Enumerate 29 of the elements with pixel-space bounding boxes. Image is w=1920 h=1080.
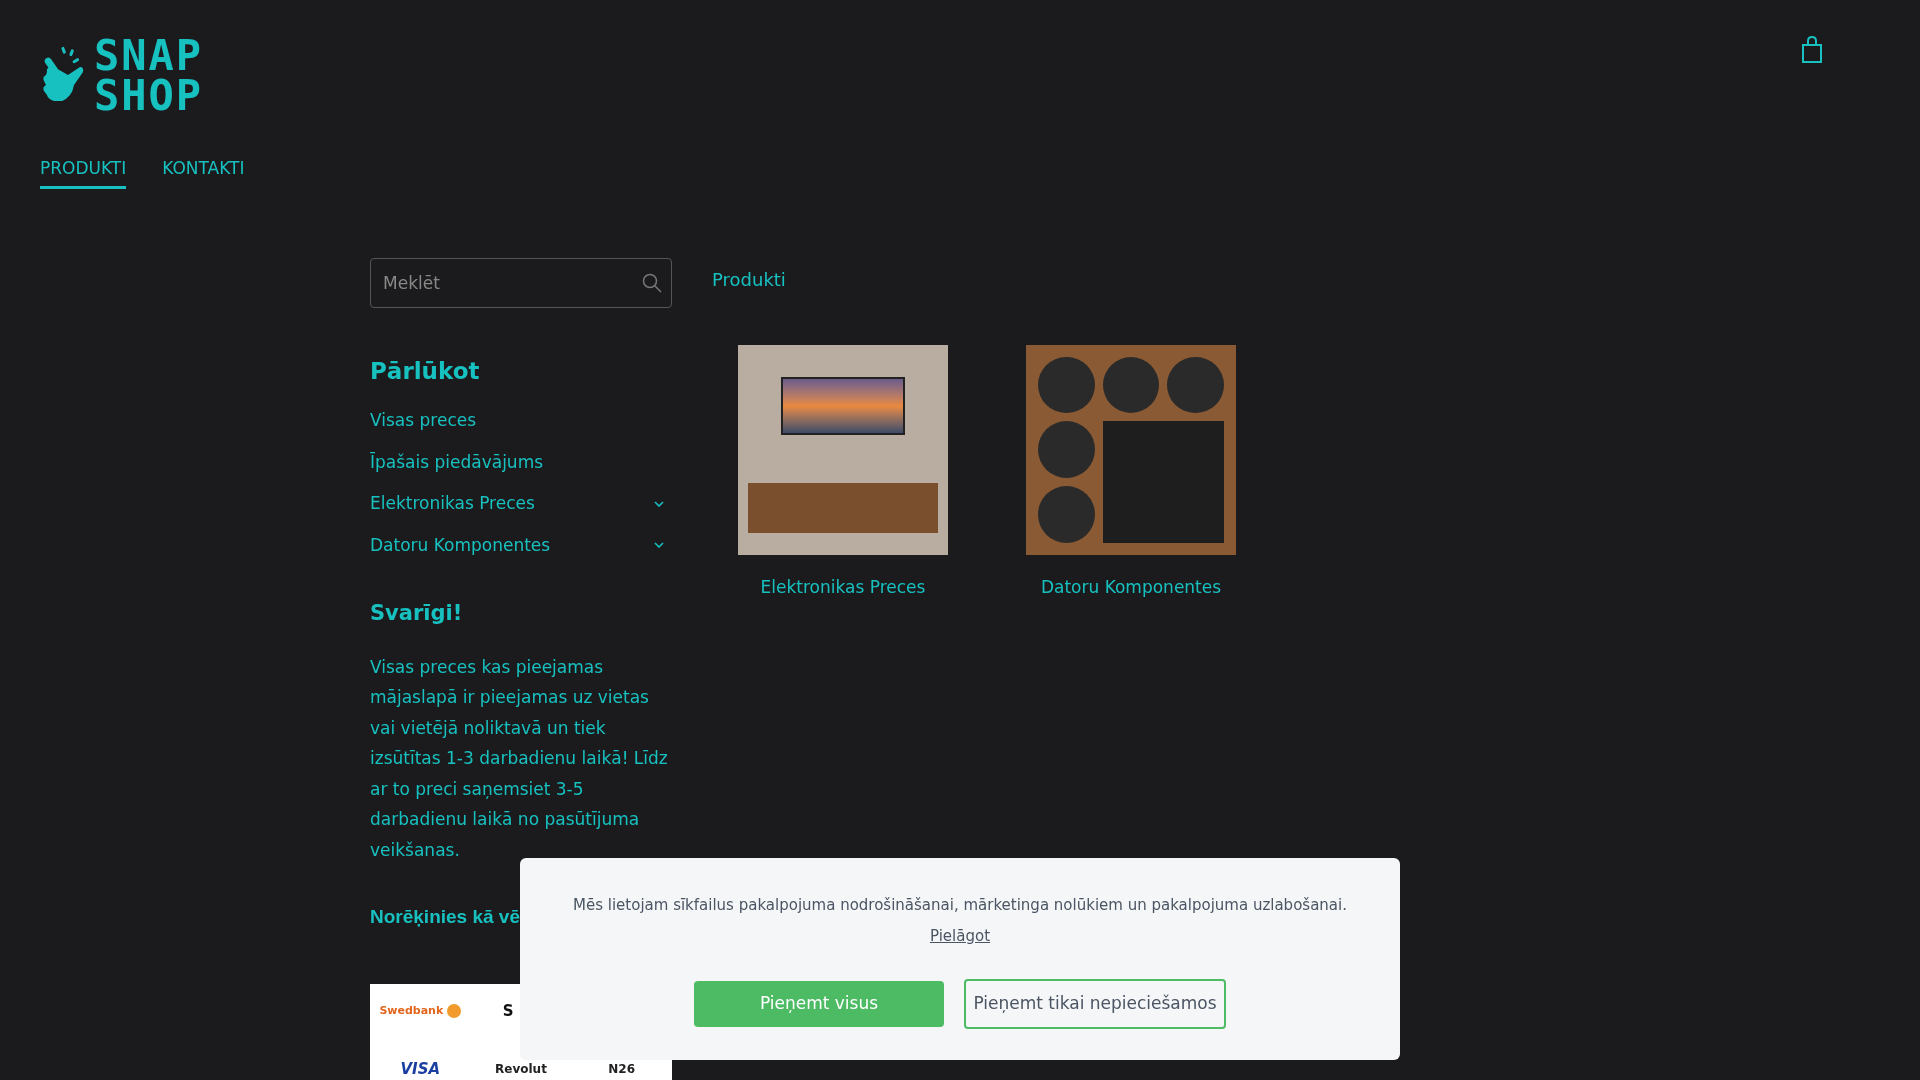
category-link[interactable]: Elektronikas Preces: [370, 491, 535, 517]
payment-logo: S: [502, 1000, 514, 1022]
chevron-down-icon[interactable]: [654, 542, 664, 549]
nav-link[interactable]: PRODUKTI: [40, 156, 127, 189]
category-link[interactable]: Īpašais piedāvājums: [370, 449, 544, 475]
shopping-bag-icon[interactable]: [1801, 36, 1823, 64]
nav-link[interactable]: KONTAKTI: [162, 156, 245, 189]
section-heading: Norēķinies kā vē: [370, 905, 520, 929]
payment-logo: N26: [608, 1060, 636, 1078]
logo-text[interactable]: SNAP SHOP: [94, 36, 204, 116]
section-heading: Svarīgi!: [370, 600, 464, 627]
search-field[interactable]: Meklēt: [370, 257, 672, 308]
payment-logo: Swedbank: [379, 1002, 444, 1019]
category-title: Elektronikas Preces: [760, 575, 926, 599]
category-card[interactable]: Elektronikas Preces: [738, 344, 948, 600]
customize-link[interactable]: Pielāgot: [929, 924, 991, 947]
chevron-down-icon[interactable]: [654, 500, 664, 507]
payment-logo: VISA: [400, 1058, 441, 1080]
cookie-button[interactable]: Pieņemt tikai nepieciešamos: [964, 979, 1226, 1029]
notice-paragraph: Visas preces kas pieejamas mājaslapā ir pieejamas uz vietas vai vietējā noliktavā un tiek izsūtītas 1-3 darbadienu laikā! Līdz ar to preci saņemsiet 3-5 darbadienu laikā no pasūtījuma veikšanas.: [370, 655, 669, 862]
category-title: Datoru Komponentes: [1040, 575, 1222, 599]
category-card[interactable]: Datoru Komponentes: [1026, 344, 1236, 600]
category-link[interactable]: Visas preces: [370, 408, 477, 434]
section-heading: Pārlūkot: [370, 356, 481, 386]
category-link[interactable]: Datoru Komponentes: [370, 532, 551, 558]
payment-logo: Revolut: [495, 1060, 547, 1078]
breadcrumb-link[interactable]: Produkti: [712, 265, 1236, 293]
search-icon: [642, 272, 662, 293]
cookie-message: Mēs lietojam sīkfailus pakalpojuma nodrošināšanai, mārketinga nolūkiem un pakalpojuma uzlabošanai.: [573, 895, 1347, 916]
